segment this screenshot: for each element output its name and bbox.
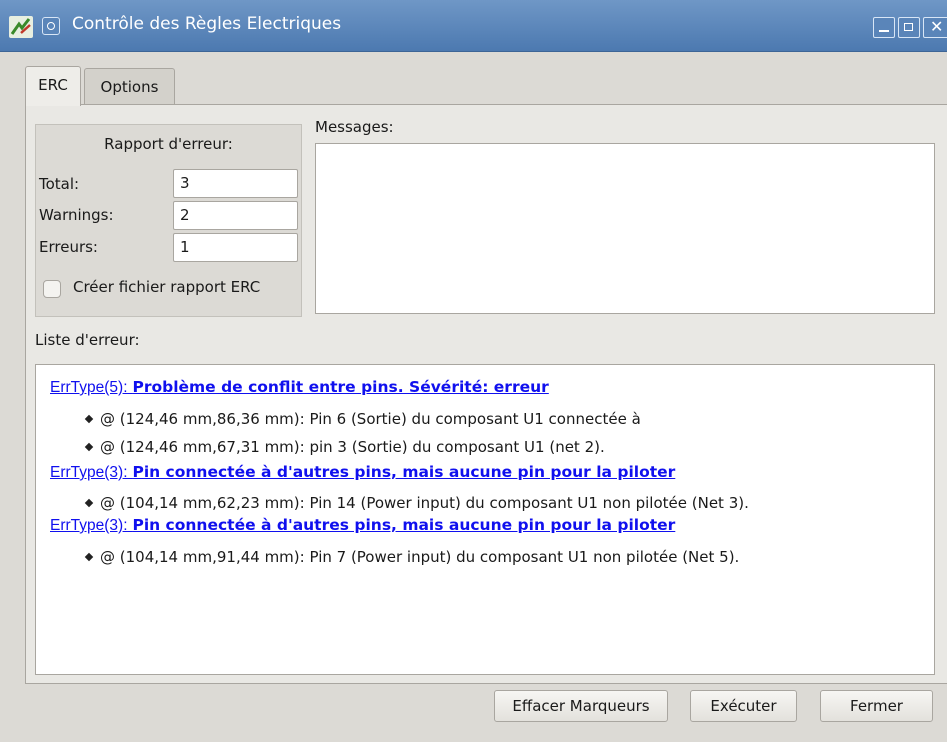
error-item: @ (124,46 mm,86,36 mm): Pin 6 (Sortie) d…: [84, 410, 641, 428]
close-window-button[interactable]: ✕: [923, 17, 947, 38]
error-entry-header[interactable]: ErrType(3): Pin connectée à d'autres pin…: [50, 463, 675, 482]
warnings-label: Warnings:: [39, 206, 114, 224]
error-entry-header[interactable]: ErrType(5): Problème de conflit entre pi…: [50, 378, 549, 397]
close-icon: ✕: [930, 17, 944, 36]
error-item-text: @ (104,14 mm,91,44 mm): Pin 7 (Power inp…: [100, 548, 740, 566]
error-entry-header[interactable]: ErrType(3): Pin connectée à d'autres pin…: [50, 516, 675, 535]
error-type: ErrType(5):: [50, 379, 128, 396]
app-icon: [9, 16, 33, 38]
errors-label: Erreurs:: [39, 238, 98, 256]
tab-options[interactable]: Options: [84, 68, 175, 104]
window-title: Contrôle des Règles Electriques: [72, 14, 342, 34]
system-menu-icon[interactable]: [42, 17, 60, 35]
minimize-button[interactable]: [873, 17, 895, 38]
total-label: Total:: [39, 175, 80, 193]
run-button[interactable]: Exécuter: [690, 690, 797, 722]
messages-label: Messages:: [315, 118, 394, 136]
create-report-checkbox[interactable]: [43, 280, 61, 298]
clear-markers-button[interactable]: Effacer Marqueurs: [494, 690, 668, 722]
create-report-label[interactable]: Créer fichier rapport ERC: [73, 278, 260, 296]
messages-box[interactable]: [315, 143, 935, 314]
error-item-text: @ (104,14 mm,62,23 mm): Pin 14 (Power in…: [100, 494, 749, 512]
bullet-icon: [84, 414, 94, 424]
report-title: Rapport d'erreur:: [104, 135, 233, 153]
error-item: @ (124,46 mm,67,31 mm): pin 3 (Sortie) d…: [84, 438, 605, 456]
warnings-field[interactable]: 2: [173, 201, 298, 230]
close-button[interactable]: Fermer: [820, 690, 933, 722]
tab-erc[interactable]: ERC: [25, 66, 81, 106]
error-item: @ (104,14 mm,62,23 mm): Pin 14 (Power in…: [84, 494, 749, 512]
title-bar: Contrôle des Règles Electriques ✕: [0, 0, 947, 52]
error-item-text: @ (124,46 mm,67,31 mm): pin 3 (Sortie) d…: [100, 438, 605, 456]
maximize-button[interactable]: [898, 17, 920, 38]
error-list-label: Liste d'erreur:: [35, 331, 140, 349]
error-description: Problème de conflit entre pins. Sévérité…: [132, 378, 549, 396]
error-description: Pin connectée à d'autres pins, mais aucu…: [132, 463, 676, 481]
errors-field[interactable]: 1: [173, 233, 298, 262]
error-item: @ (104,14 mm,91,44 mm): Pin 7 (Power inp…: [84, 548, 740, 566]
error-type: ErrType(3):: [50, 517, 128, 534]
error-item-text: @ (124,46 mm,86,36 mm): Pin 6 (Sortie) d…: [100, 410, 641, 428]
total-field[interactable]: 3: [173, 169, 298, 198]
error-description: Pin connectée à d'autres pins, mais aucu…: [132, 516, 676, 534]
error-list[interactable]: ErrType(5): Problème de conflit entre pi…: [35, 364, 935, 675]
error-report-group: Rapport d'erreur: Total: 3 Warnings: 2 E…: [35, 124, 302, 317]
bullet-icon: [84, 552, 94, 562]
bullet-icon: [84, 498, 94, 508]
error-type: ErrType(3):: [50, 464, 128, 481]
bullet-icon: [84, 442, 94, 452]
